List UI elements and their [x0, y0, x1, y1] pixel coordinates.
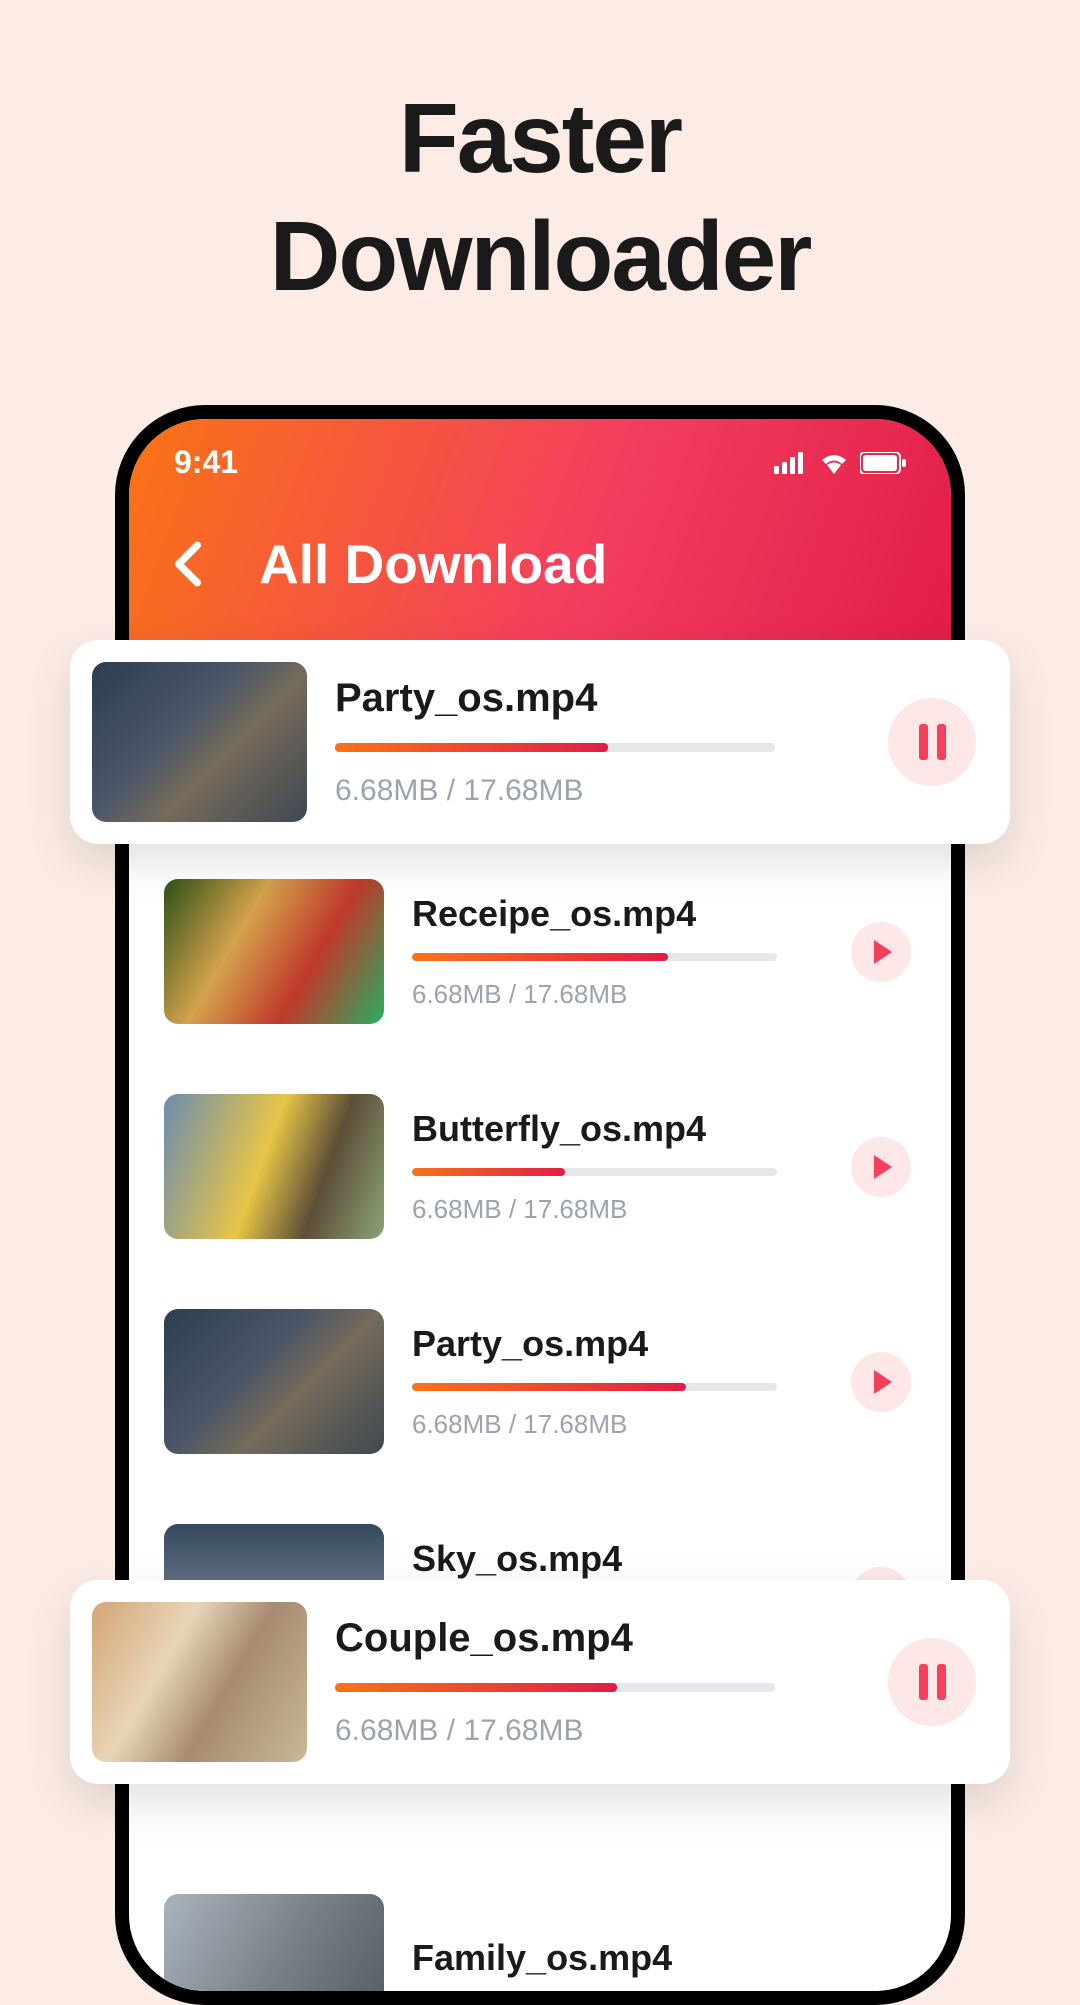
download-card-active[interactable]: Party_os.mp4 6.68MB / 17.68MB: [70, 640, 1010, 844]
phone-header: 9:41 All Download: [129, 419, 951, 649]
download-row[interactable]: Butterfly_os.mp4 6.68MB / 17.68MB: [149, 1059, 931, 1274]
download-card-active[interactable]: Couple_os.mp4 6.68MB / 17.68MB: [70, 1580, 1010, 1784]
row-title: Receipe_os.mp4: [412, 893, 823, 935]
play-icon: [874, 1155, 892, 1179]
row-size: 6.68MB / 17.68MB: [412, 979, 823, 1010]
row-size: 6.68MB / 17.68MB: [412, 1409, 823, 1440]
download-list: Receipe_os.mp4 6.68MB / 17.68MB Butterfl…: [129, 649, 951, 2005]
status-bar: 9:41: [164, 419, 916, 494]
wifi-icon: [818, 452, 850, 474]
pause-button[interactable]: [888, 698, 976, 786]
play-icon: [874, 1370, 892, 1394]
download-row[interactable]: Family_os.mp4: [149, 1889, 931, 2005]
row-title: Butterfly_os.mp4: [412, 1108, 823, 1150]
promo-title: Faster Downloader: [0, 0, 1080, 315]
row-title: Sky_os.mp4: [412, 1538, 823, 1580]
thumbnail: [164, 879, 384, 1024]
thumbnail: [164, 1894, 384, 2005]
progress-bar: [412, 953, 777, 961]
status-time: 9:41: [174, 444, 238, 481]
row-size: 6.68MB / 17.68MB: [335, 774, 860, 808]
thumbnail: [92, 662, 307, 822]
back-icon[interactable]: [164, 539, 214, 589]
pause-icon: [919, 724, 946, 760]
thumbnail: [164, 1094, 384, 1239]
status-icons: [774, 452, 906, 474]
battery-icon: [860, 452, 906, 474]
promo-line2: Downloader: [270, 201, 811, 311]
row-size: 6.68MB / 17.68MB: [412, 1194, 823, 1225]
download-row[interactable]: Receipe_os.mp4 6.68MB / 17.68MB: [149, 844, 931, 1059]
pause-icon: [919, 1664, 946, 1700]
app-bar: All Download: [164, 494, 916, 624]
promo-line1: Faster: [399, 83, 681, 193]
row-size: 6.68MB / 17.68MB: [335, 1714, 860, 1748]
pause-button[interactable]: [888, 1638, 976, 1726]
progress-bar: [335, 743, 775, 752]
thumbnail: [92, 1602, 307, 1762]
play-icon: [874, 940, 892, 964]
signal-icon: [774, 452, 808, 474]
progress-bar: [412, 1168, 777, 1176]
page-title: All Download: [259, 532, 607, 596]
progress-bar: [412, 1383, 777, 1391]
thumbnail: [164, 1309, 384, 1454]
download-row[interactable]: Party_os.mp4 6.68MB / 17.68MB: [149, 1274, 931, 1489]
row-title: Party_os.mp4: [412, 1323, 823, 1365]
row-title: Family_os.mp4: [412, 1937, 931, 1979]
play-button[interactable]: [851, 922, 911, 982]
row-title: Party_os.mp4: [335, 676, 860, 721]
play-button[interactable]: [851, 1352, 911, 1412]
progress-bar: [335, 1683, 775, 1692]
row-title: Couple_os.mp4: [335, 1616, 860, 1661]
play-button[interactable]: [851, 1137, 911, 1197]
